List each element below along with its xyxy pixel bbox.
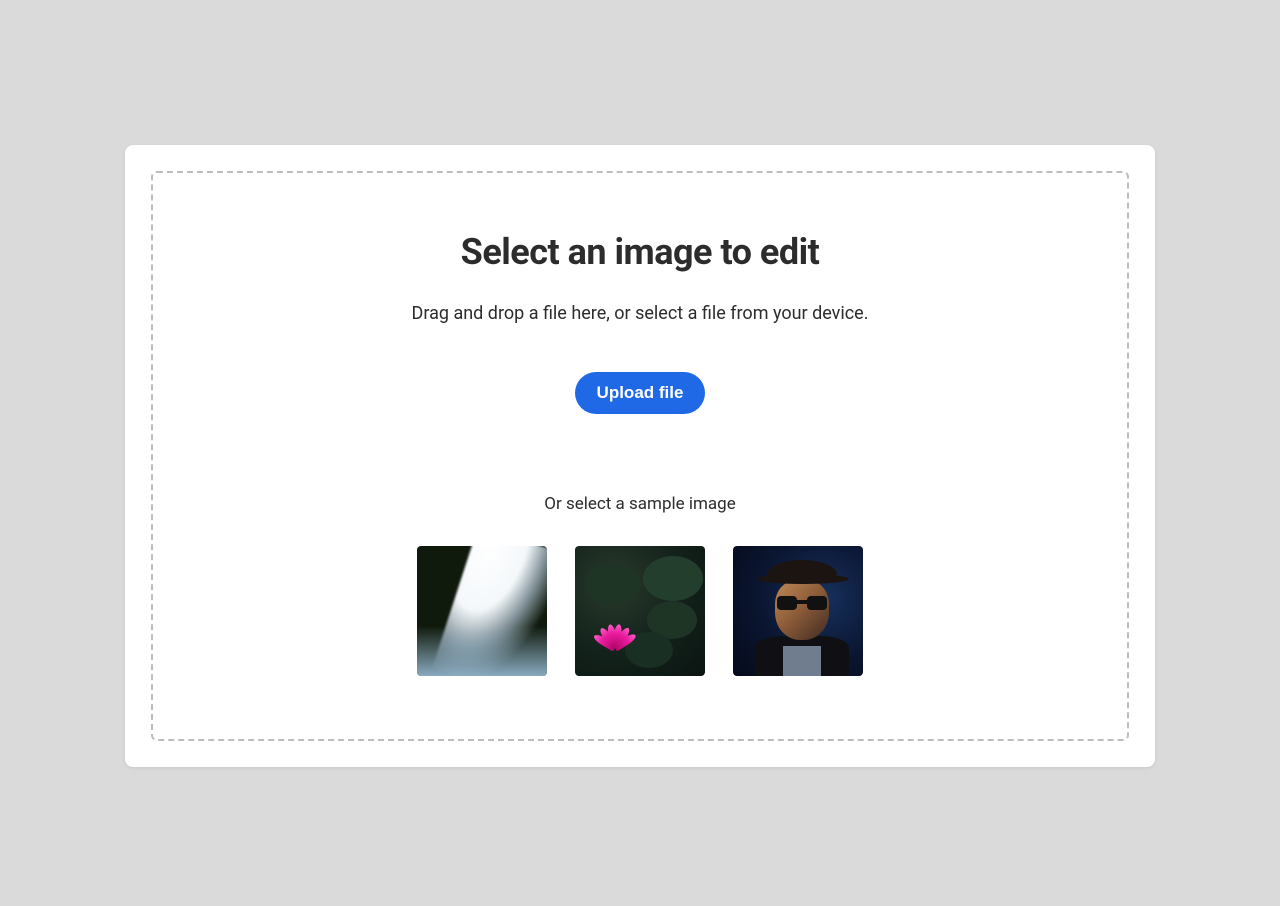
dropzone[interactable]: Select an image to edit Drag and drop a …: [151, 171, 1129, 741]
dialog-title: Select an image to edit: [461, 231, 820, 273]
upload-card: Select an image to edit Drag and drop a …: [125, 145, 1155, 767]
sample-image-row: [417, 546, 863, 676]
sample-image-waterfall[interactable]: [417, 546, 547, 676]
sample-image-portrait[interactable]: [733, 546, 863, 676]
sample-prompt: Or select a sample image: [544, 494, 735, 514]
upload-file-button[interactable]: Upload file: [575, 372, 706, 414]
dialog-subtitle: Drag and drop a file here, or select a f…: [412, 303, 869, 324]
sample-image-lotus[interactable]: [575, 546, 705, 676]
